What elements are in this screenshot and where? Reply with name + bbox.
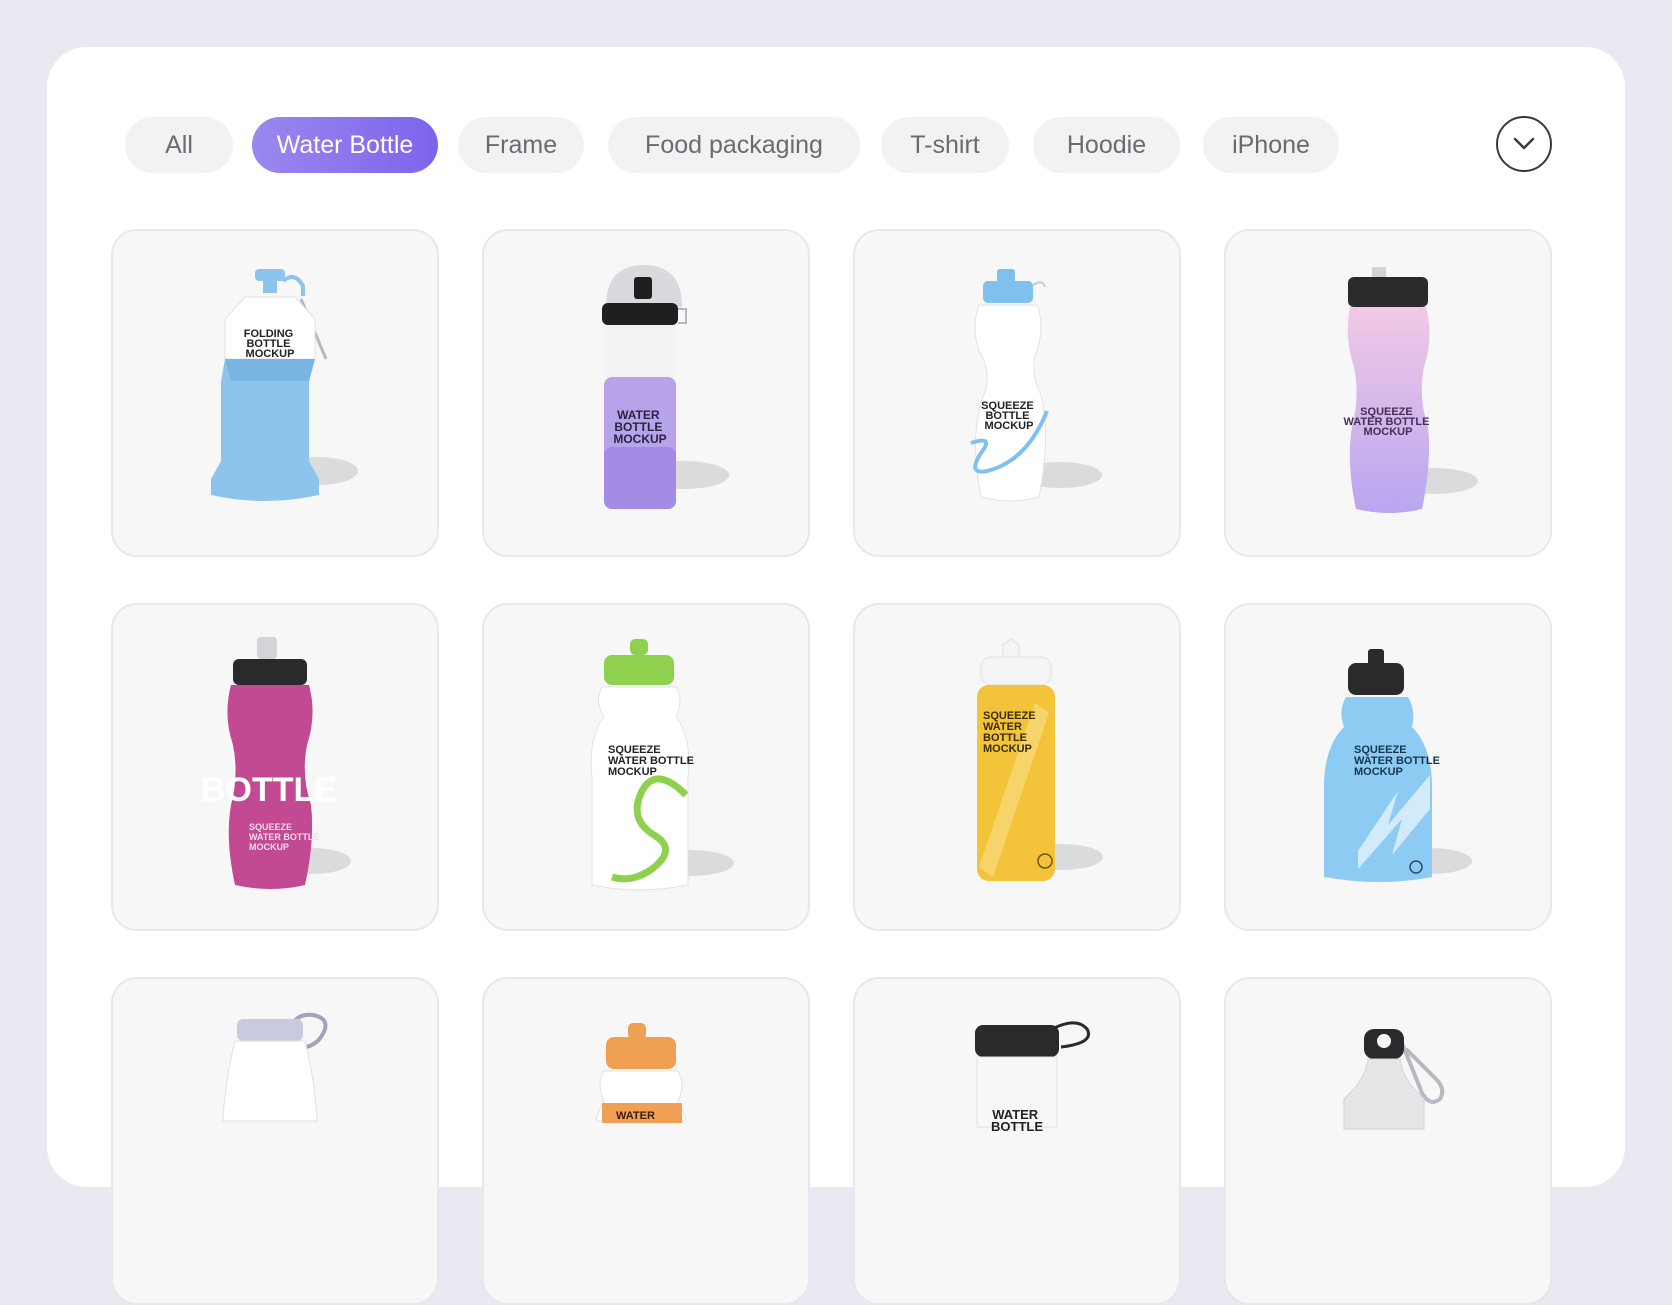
- pink-bottle-image: BOTTLE SQUEEZE WATER BOTTLE MOCKUP: [201, 637, 351, 889]
- tab-hoodie[interactable]: Hoodie: [1033, 117, 1180, 173]
- white-loop-bottle-image: [222, 1012, 328, 1122]
- tab-iphone[interactable]: iPhone: [1203, 117, 1339, 173]
- tab-water-bottle[interactable]: Water Bottle: [252, 117, 438, 173]
- mockup-card-orange-cap-bottle[interactable]: WATER: [482, 977, 810, 1305]
- green-cap-bottle-image: SQUEEZE WATER BOTTLE MOCKUP: [590, 639, 734, 891]
- bottle-label-text: FOLDING BOTTLE MOCKUP: [244, 328, 297, 360]
- mockup-card-green-cap-bottle[interactable]: SQUEEZE WATER BOTTLE MOCKUP: [482, 603, 810, 931]
- squeeze-bottle-image: SQUEEZE BOTTLE MOCKUP: [970, 269, 1102, 502]
- tab-frame[interactable]: Frame: [458, 117, 584, 173]
- expand-filters-button[interactable]: [1496, 116, 1552, 172]
- bottle-label-text: SQUEEZE BOTTLE MOCKUP: [981, 400, 1037, 432]
- tab-t-shirt[interactable]: T-shirt: [881, 117, 1009, 173]
- mockup-card-water-bottle[interactable]: WATER BOTTLE MOCKUP: [482, 229, 810, 557]
- gallery-panel: All Water Bottle Frame Food packaging T-…: [47, 47, 1625, 1305]
- mockup-card-blue-bottle[interactable]: SQUEEZE WATER BOTTLE MOCKUP: [1224, 603, 1552, 931]
- clear-bottle-image: WATER BOTTLE: [975, 1021, 1090, 1134]
- bottle-label-text: WATER BOTTLE: [991, 1107, 1043, 1134]
- mockup-card-pastel-bottle[interactable]: SQUEEZE WATER BOTTLE MOCKUP: [1224, 229, 1552, 557]
- mockup-card-pink-bottle[interactable]: BOTTLE SQUEEZE WATER BOTTLE MOCKUP: [111, 603, 439, 931]
- mockup-card-squeeze-bottle[interactable]: SQUEEZE BOTTLE MOCKUP: [853, 229, 1181, 557]
- water-bottle-image: WATER BOTTLE MOCKUP: [602, 265, 729, 509]
- aluminum-bottle-image: [1343, 1029, 1445, 1130]
- mockup-card-white-loop-bottle[interactable]: [111, 977, 439, 1305]
- mockup-card-folding-bottle[interactable]: FOLDING BOTTLE MOCKUP: [111, 229, 439, 557]
- blue-bottle-image: SQUEEZE WATER BOTTLE MOCKUP: [1324, 649, 1472, 882]
- bottle-label-text: WATER: [616, 1110, 655, 1122]
- mockup-card-yellow-bottle[interactable]: SQUEEZE WATER BOTTLE MOCKUP: [853, 603, 1181, 931]
- folding-bottle-image: FOLDING BOTTLE MOCKUP: [211, 269, 358, 501]
- yellow-bottle-image: SQUEEZE WATER BOTTLE MOCKUP: [977, 638, 1103, 881]
- mockup-card-clear-bottle[interactable]: WATER BOTTLE: [853, 977, 1181, 1305]
- mockup-card-aluminum-bottle[interactable]: [1224, 977, 1552, 1305]
- tab-all[interactable]: All: [125, 117, 233, 173]
- orange-cap-bottle-image: WATER: [596, 1023, 686, 1123]
- bottle-big-text: BOTTLE: [201, 771, 337, 809]
- chevron-down-icon: [1513, 137, 1535, 150]
- tab-food-packaging[interactable]: Food packaging: [608, 117, 860, 173]
- pastel-bottle-image: SQUEEZE WATER BOTTLE MOCKUP: [1343, 267, 1478, 513]
- bottle-label-text: WATER BOTTLE MOCKUP: [613, 408, 666, 446]
